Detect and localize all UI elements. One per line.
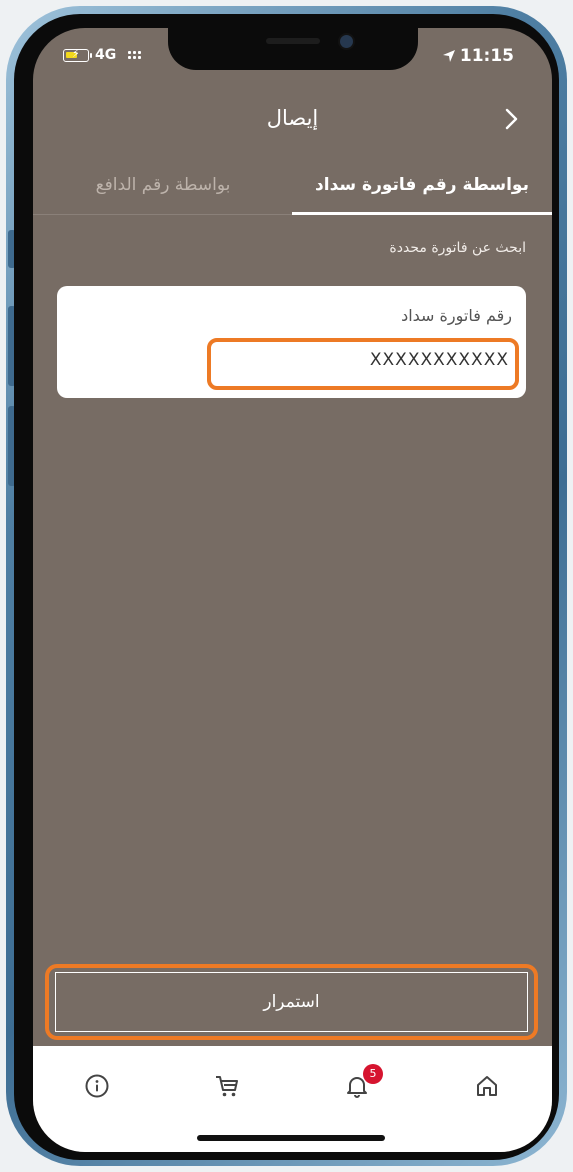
status-right: 11:15 [442, 46, 514, 66]
bill-number-label: رقم فاتورة سداد [401, 306, 512, 325]
info-icon [85, 1074, 109, 1098]
nav-notifications[interactable]: 5 [337, 1064, 383, 1106]
nav-header: إيصال [33, 96, 552, 142]
front-camera [340, 35, 353, 48]
cart-icon [216, 1076, 238, 1097]
nav-cart[interactable] [207, 1066, 247, 1106]
tab-bar-top: بواسطة رقم فاتورة سداد بواسطة رقم الدافع [33, 166, 552, 215]
tab-by-payer-number[interactable]: بواسطة رقم الدافع [63, 166, 263, 214]
home-indicator[interactable] [197, 1135, 385, 1141]
network-type: 4G [95, 47, 117, 63]
signal-dots-icon [128, 51, 142, 59]
nav-home[interactable] [467, 1066, 507, 1106]
continue-button[interactable]: استمرار [55, 972, 528, 1032]
status-left: ⚡ 4G [63, 47, 142, 63]
chevron-right-icon[interactable] [498, 106, 524, 132]
status-time: 11:15 [459, 46, 514, 66]
notch [168, 28, 418, 70]
speaker [266, 38, 320, 44]
notification-badge: 5 [363, 1064, 383, 1084]
app-screen: ⚡ 4G 11:15 إيصال بواسطة رقم فاتورة سداد … [33, 28, 552, 1152]
tab-by-sadad-bill-number[interactable]: بواسطة رقم فاتورة سداد [292, 166, 552, 215]
location-arrow-icon [442, 50, 455, 62]
nav-info[interactable] [77, 1066, 117, 1106]
page-title: إيصال [266, 106, 319, 130]
home-icon [477, 1076, 497, 1096]
section-label: ابحث عن فاتورة محددة [389, 240, 526, 256]
bill-number-input[interactable]: XXXXXXXXXXX [370, 350, 509, 370]
bill-number-card: رقم فاتورة سداد XXXXXXXXXXX [57, 286, 526, 398]
battery-charging-icon: ⚡ [63, 47, 92, 62]
